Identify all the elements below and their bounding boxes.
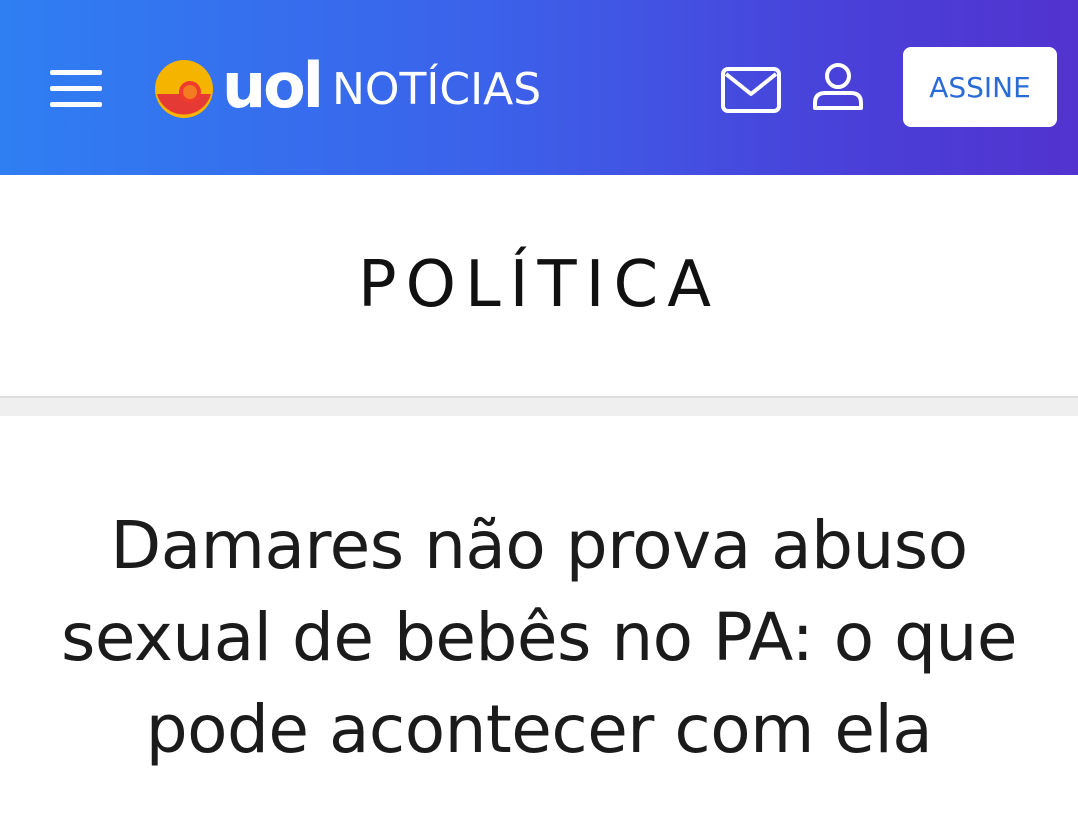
mail-icon[interactable] [720, 66, 782, 114]
section-title[interactable]: NOTÍCIAS [332, 60, 541, 120]
section-divider [0, 396, 1078, 416]
brand-wordmark[interactable]: uol [222, 46, 324, 126]
top-header-bar: uol NOTÍCIAS ASSINE [0, 0, 1078, 175]
uol-logo-icon[interactable] [153, 58, 215, 120]
user-icon[interactable] [810, 60, 866, 112]
article-headline: Damares não prova abuso sexual de bebês … [61, 507, 1018, 768]
category-title[interactable]: POLÍTICA [0, 230, 1078, 340]
subscribe-button[interactable]: ASSINE [903, 47, 1057, 127]
menu-icon[interactable] [50, 68, 104, 108]
